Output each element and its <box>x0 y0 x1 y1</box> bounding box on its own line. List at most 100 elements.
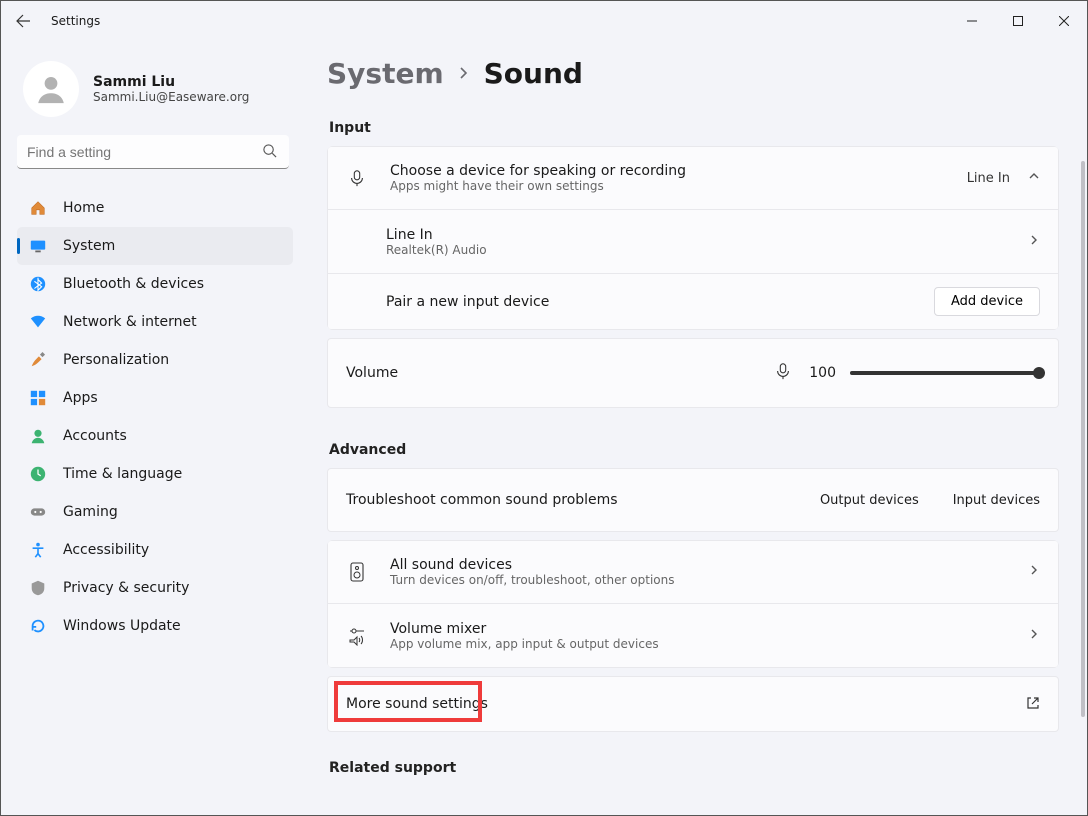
title-bar: Settings <box>1 1 1087 41</box>
card-subtitle: Realtek(R) Audio <box>386 243 1006 257</box>
volume-slider[interactable] <box>850 371 1040 375</box>
profile-name: Sammi Liu <box>93 74 249 90</box>
card-subtitle: Turn devices on/off, troubleshoot, other… <box>390 573 1006 587</box>
volume-label: Volume <box>346 365 760 381</box>
person-icon <box>29 427 47 445</box>
bluetooth-icon <box>29 275 47 293</box>
nav-apps[interactable]: Apps <box>17 379 293 417</box>
shield-icon <box>29 579 47 597</box>
brush-icon <box>29 351 47 369</box>
search-icon <box>262 143 277 162</box>
input-devices-link[interactable]: Input devices <box>953 493 1040 508</box>
nav-time[interactable]: Time & language <box>17 455 293 493</box>
advanced-group: All sound devices Turn devices on/off, t… <box>327 540 1059 668</box>
card-title: All sound devices <box>390 557 1006 573</box>
slider-knob[interactable] <box>1033 367 1045 379</box>
speaker-icon <box>346 562 368 582</box>
profile-email: Sammi.Liu@Easeware.org <box>93 90 249 104</box>
breadcrumb-parent[interactable]: System <box>327 57 444 90</box>
card-title: Choose a device for speaking or recordin… <box>390 163 945 179</box>
open-external-icon <box>1026 695 1040 714</box>
card-title: More sound settings <box>346 696 1004 712</box>
nav-label: Bluetooth & devices <box>63 276 204 292</box>
search-input[interactable] <box>17 135 289 169</box>
card-subtitle: Apps might have their own settings <box>390 179 945 193</box>
chevron-right-icon <box>1028 234 1040 250</box>
device-line-in[interactable]: Line In Realtek(R) Audio <box>327 210 1059 274</box>
nav-home[interactable]: Home <box>17 189 293 227</box>
nav-label: Accounts <box>63 428 127 444</box>
accessibility-icon <box>29 541 47 559</box>
mixer-icon <box>346 626 368 646</box>
all-sound-devices[interactable]: All sound devices Turn devices on/off, t… <box>327 540 1059 604</box>
search-box[interactable] <box>17 135 289 169</box>
avatar <box>23 61 79 117</box>
nav-gaming[interactable]: Gaming <box>17 493 293 531</box>
breadcrumb: System Sound <box>327 57 1059 90</box>
gamepad-icon <box>29 503 47 521</box>
vertical-scrollbar[interactable] <box>1081 161 1085 807</box>
volume-mixer[interactable]: Volume mixer App volume mix, app input &… <box>327 604 1059 668</box>
card-title: Line In <box>386 227 1006 243</box>
section-related: Related support <box>329 760 1059 776</box>
clock-icon <box>29 465 47 483</box>
nav-network[interactable]: Network & internet <box>17 303 293 341</box>
more-sound-settings[interactable]: More sound settings <box>327 676 1059 732</box>
nav: Home System Bluetooth & devices Network … <box>17 189 293 645</box>
section-advanced: Advanced <box>329 442 1059 458</box>
nav-label: Privacy & security <box>63 580 189 596</box>
system-icon <box>29 237 47 255</box>
card-subtitle: App volume mix, app input & output devic… <box>390 637 1006 651</box>
nav-accessibility[interactable]: Accessibility <box>17 531 293 569</box>
nav-label: System <box>63 238 115 254</box>
chevron-right-icon <box>1028 628 1040 644</box>
nav-bluetooth[interactable]: Bluetooth & devices <box>17 265 293 303</box>
scrollbar-thumb[interactable] <box>1081 161 1085 717</box>
microphone-icon <box>346 169 368 187</box>
minimize-button[interactable] <box>949 5 995 37</box>
card-title: Volume mixer <box>390 621 1006 637</box>
page-title: Sound <box>484 57 583 90</box>
current-device-value: Line In <box>967 171 1010 186</box>
add-device-button[interactable]: Add device <box>934 287 1040 316</box>
home-icon <box>29 199 47 217</box>
nav-system[interactable]: System <box>17 227 293 265</box>
nav-label: Gaming <box>63 504 118 520</box>
close-button[interactable] <box>1041 5 1087 37</box>
nav-label: Network & internet <box>63 314 197 330</box>
nav-personalization[interactable]: Personalization <box>17 341 293 379</box>
volume-value: 100 <box>806 365 836 381</box>
pair-new-device: Pair a new input device Add device <box>327 274 1059 330</box>
card-title: Pair a new input device <box>386 294 912 310</box>
main-content: System Sound Input Choose a device for s… <box>301 41 1087 815</box>
update-icon <box>29 617 47 635</box>
nav-label: Accessibility <box>63 542 149 558</box>
card-title: Troubleshoot common sound problems <box>346 492 618 508</box>
back-icon[interactable] <box>15 13 31 29</box>
apps-icon <box>29 389 47 407</box>
profile-block[interactable]: Sammi Liu Sammi.Liu@Easeware.org <box>17 53 293 135</box>
chevron-right-icon <box>1028 564 1040 580</box>
nav-accounts[interactable]: Accounts <box>17 417 293 455</box>
nav-label: Time & language <box>63 466 182 482</box>
wifi-icon <box>29 313 47 331</box>
nav-privacy[interactable]: Privacy & security <box>17 569 293 607</box>
troubleshoot-sound: Troubleshoot common sound problems Outpu… <box>327 468 1059 532</box>
nav-label: Apps <box>63 390 98 406</box>
app-title: Settings <box>51 14 100 28</box>
choose-input-device[interactable]: Choose a device for speaking or recordin… <box>327 146 1059 210</box>
chevron-right-icon <box>458 64 470 83</box>
maximize-button[interactable] <box>995 5 1041 37</box>
output-devices-link[interactable]: Output devices <box>820 493 919 508</box>
microphone-icon[interactable] <box>774 362 792 384</box>
nav-label: Home <box>63 200 104 216</box>
window-controls <box>949 5 1087 37</box>
input-device-group: Choose a device for speaking or recordin… <box>327 146 1059 330</box>
nav-label: Personalization <box>63 352 169 368</box>
section-input: Input <box>329 120 1059 136</box>
input-volume: Volume 100 <box>327 338 1059 408</box>
nav-update[interactable]: Windows Update <box>17 607 293 645</box>
nav-label: Windows Update <box>63 618 181 634</box>
chevron-up-icon <box>1028 170 1040 186</box>
sidebar: Sammi Liu Sammi.Liu@Easeware.org Home Sy… <box>1 41 301 815</box>
